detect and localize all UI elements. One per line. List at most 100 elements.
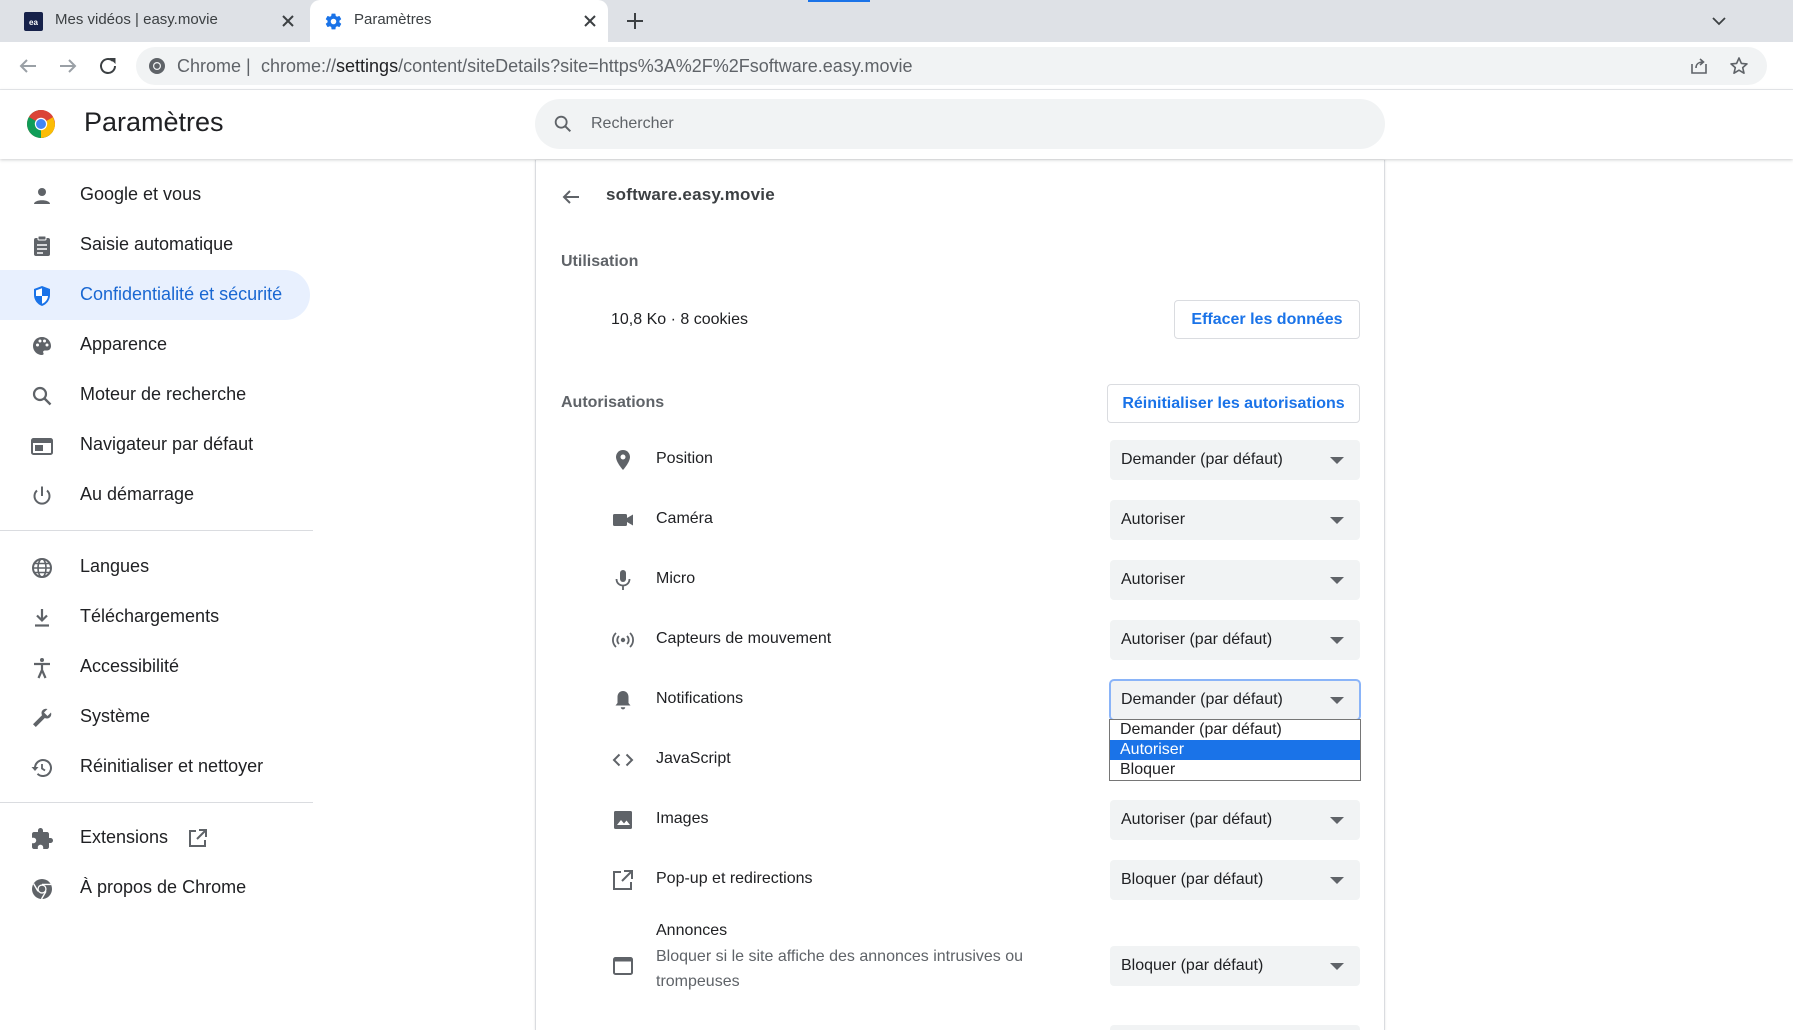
partial-select[interactable] — [1110, 1025, 1360, 1030]
clear-data-button[interactable]: Effacer les données — [1174, 300, 1360, 339]
omnibox-separator: | — [246, 56, 251, 76]
settings-sidebar: Google et vous Saisie automatique Confid… — [0, 160, 320, 1030]
chevron-down-icon[interactable] — [1708, 10, 1730, 32]
wrench-icon — [33, 708, 52, 727]
notifications-dropdown-list[interactable]: Demander (par défaut) Autoriser Bloquer — [1109, 719, 1361, 781]
plus-icon[interactable] — [624, 10, 646, 32]
usage-summary: 10,8 Ko · 8 cookies — [611, 311, 748, 328]
sensors-icon — [612, 632, 634, 648]
reload-icon[interactable] — [96, 54, 120, 78]
palette-icon — [33, 337, 51, 355]
sidebar-item-label: Langues — [80, 556, 150, 576]
sidebar-item-downloads[interactable]: Téléchargements — [0, 592, 310, 642]
camera-icon — [613, 514, 633, 526]
back-arrow-icon[interactable] — [558, 184, 584, 210]
dropdown-arrow-icon — [1330, 637, 1344, 644]
sidebar-item-appearance[interactable]: Apparence — [0, 320, 310, 370]
location-pin-icon — [616, 450, 630, 470]
star-icon[interactable] — [1729, 56, 1749, 76]
site-details-card: software.easy.movie Utilisation 10,8 Ko … — [535, 160, 1385, 1030]
sidebar-item-search-engine[interactable]: Moteur de recherche — [0, 370, 310, 420]
easy-movie-favicon: ea — [24, 12, 43, 31]
permission-row-motion-sensors: Capteurs de mouvement Autoriser (par déf… — [536, 610, 1386, 670]
tab-parametres[interactable]: Paramètres — [310, 0, 608, 42]
reset-permissions-button[interactable]: Réinitialiser les autorisations — [1107, 384, 1360, 423]
permission-row-location: Position Demander (par défaut) — [536, 430, 1386, 490]
tab-title: Mes vidéos | easy.movie — [55, 11, 218, 28]
browser-toolbar: Chrome | chrome://settings/content/siteD… — [0, 42, 1793, 90]
accessibility-icon — [34, 658, 50, 679]
download-icon — [35, 609, 49, 627]
sidebar-item-autofill[interactable]: Saisie automatique — [0, 220, 310, 270]
back-arrow-icon[interactable] — [16, 54, 40, 78]
chrome-icon — [32, 879, 52, 900]
motion-sensors-select[interactable]: Autoriser (par défaut) — [1110, 620, 1360, 660]
settings-search[interactable] — [535, 99, 1385, 149]
sidebar-item-label: Au démarrage — [80, 484, 195, 504]
address-bar[interactable]: Chrome | chrome://settings/content/siteD… — [136, 47, 1767, 85]
gear-icon — [325, 13, 342, 30]
dropdown-option[interactable]: Bloquer — [1110, 760, 1360, 780]
sidebar-item-about[interactable]: À propos de Chrome — [0, 863, 310, 913]
select-value: Bloquer (par défaut) — [1121, 957, 1264, 974]
restore-icon — [31, 759, 52, 777]
globe-icon — [32, 558, 52, 578]
open-external-icon — [189, 829, 207, 847]
forward-arrow-icon[interactable] — [56, 54, 80, 78]
sidebar-item-privacy[interactable]: Confidentialité et sécurité — [0, 270, 310, 320]
sidebar-divider — [0, 530, 313, 531]
permission-row-camera: Caméra Autoriser — [536, 490, 1386, 550]
sidebar-item-accessibility[interactable]: Accessibilité — [0, 642, 310, 692]
select-value: Autoriser (par défaut) — [1121, 631, 1273, 648]
share-icon[interactable] — [1689, 56, 1709, 76]
permission-label: Micro — [656, 570, 696, 587]
clipboard-icon — [34, 235, 50, 256]
puzzle-icon — [32, 828, 53, 849]
permission-label: JavaScript — [656, 750, 731, 767]
tab-strip: ea Mes vidéos | easy.movie Paramètres — [0, 0, 1793, 42]
shield-icon — [34, 286, 50, 306]
url-path: /content/siteDetails?site=https%3A%2F%2F… — [398, 56, 913, 76]
search-icon — [32, 386, 52, 406]
svg-text:ea: ea — [29, 18, 38, 27]
sidebar-item-label: Google et vous — [80, 184, 202, 204]
sidebar-item-languages[interactable]: Langues — [0, 542, 310, 592]
permission-row-partial — [536, 1010, 1386, 1030]
sidebar-item-default-browser[interactable]: Navigateur par défaut — [0, 420, 310, 470]
sidebar-divider — [0, 802, 313, 803]
omnibox-url[interactable]: chrome://settings/content/siteDetails?si… — [261, 56, 912, 77]
dropdown-option[interactable]: Autoriser — [1110, 740, 1360, 760]
dropdown-option[interactable]: Demander (par défaut) — [1110, 720, 1360, 740]
sidebar-item-label: Extensions — [80, 827, 169, 847]
code-icon — [612, 753, 634, 767]
sidebar-item-google[interactable]: Google et vous — [0, 170, 310, 220]
permission-label: Caméra — [656, 510, 713, 527]
dropdown-arrow-icon — [1330, 963, 1344, 970]
select-value: Demander (par défaut) — [1121, 691, 1283, 708]
sidebar-item-startup[interactable]: Au démarrage — [0, 470, 310, 520]
sidebar-item-label: Navigateur par défaut — [80, 434, 254, 454]
close-icon[interactable] — [580, 11, 600, 31]
dropdown-arrow-icon — [1330, 577, 1344, 584]
chrome-logo-icon — [27, 110, 55, 138]
sidebar-item-extensions[interactable]: Extensions — [0, 813, 310, 863]
tab-easy-movie[interactable]: ea Mes vidéos | easy.movie — [0, 0, 306, 42]
location-select[interactable]: Demander (par défaut) — [1110, 440, 1360, 480]
sidebar-item-system[interactable]: Système — [0, 692, 310, 742]
permission-row-microphone: Micro Autoriser — [536, 550, 1386, 610]
search-input[interactable] — [591, 99, 1351, 149]
camera-select[interactable]: Autoriser — [1110, 500, 1360, 540]
ads-select[interactable]: Bloquer (par défaut) — [1110, 946, 1360, 986]
microphone-icon — [615, 570, 631, 590]
permission-label: Notifications — [656, 690, 744, 707]
popups-select[interactable]: Bloquer (par défaut) — [1110, 860, 1360, 900]
notifications-select[interactable]: Demander (par défaut) — [1109, 679, 1361, 721]
sidebar-item-reset[interactable]: Réinitialiser et nettoyer — [0, 742, 310, 792]
images-select[interactable]: Autoriser (par défaut) — [1110, 800, 1360, 840]
close-icon[interactable] — [278, 11, 298, 31]
settings-header: Paramètres — [0, 90, 1793, 159]
sidebar-item-label: Saisie automatique — [80, 234, 234, 254]
power-icon — [33, 486, 51, 505]
microphone-select[interactable]: Autoriser — [1110, 560, 1360, 600]
sidebar-item-label: Moteur de recherche — [80, 384, 247, 404]
